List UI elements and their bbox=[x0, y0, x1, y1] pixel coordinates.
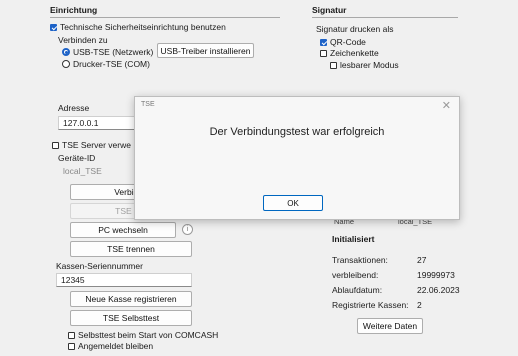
close-icon[interactable]: ✕ bbox=[442, 99, 451, 112]
radio-usb-row[interactable]: USB-TSE (Netzwerk) bbox=[62, 47, 153, 57]
radio-drucker[interactable] bbox=[62, 60, 70, 68]
selbsttest-button[interactable]: TSE Selbsttest bbox=[70, 310, 192, 326]
zeichenkette-row[interactable]: Zeichenkette bbox=[320, 48, 379, 58]
einrichtung-title: Einrichtung bbox=[50, 5, 98, 15]
lesbar-row[interactable]: lesbarer Modus bbox=[330, 60, 399, 70]
signatur-title: Signatur bbox=[312, 5, 347, 15]
tse-checkbox-label: Technische Sicherheitseinrichtung benutz… bbox=[60, 22, 226, 32]
angemeldet-label: Angemeldet bleiben bbox=[78, 341, 154, 351]
radio-drucker-label: Drucker-TSE (COM) bbox=[73, 59, 150, 69]
ok-button[interactable]: OK bbox=[263, 195, 323, 211]
tse-server-label: TSE Server verwe bbox=[62, 140, 131, 150]
qr-checkbox[interactable] bbox=[320, 39, 327, 46]
angemeldet-checkbox[interactable] bbox=[68, 343, 75, 350]
status-row-value: 22.06.2023 bbox=[417, 285, 460, 295]
lesbar-checkbox[interactable] bbox=[330, 62, 337, 69]
neue-kasse-button[interactable]: Neue Kasse registrieren bbox=[70, 291, 192, 307]
dialog-message: Der Verbindungstest war erfolgreich bbox=[209, 126, 385, 138]
tse-trennen-button[interactable]: TSE trennen bbox=[70, 241, 192, 257]
status-row-value: 2 bbox=[417, 300, 422, 310]
usb-driver-button[interactable]: USB-Treiber installieren bbox=[157, 43, 254, 58]
lesbar-label: lesbarer Modus bbox=[340, 60, 399, 70]
status-row-value: 19999973 bbox=[417, 270, 455, 280]
status-row-label: Registrierte Kassen: bbox=[332, 300, 409, 310]
selbsttest-start-checkbox[interactable] bbox=[68, 332, 75, 339]
selbsttest-start-label: Selbsttest beim Start von COMCASH bbox=[78, 330, 219, 340]
tse-checkbox-row[interactable]: Technische Sicherheitseinrichtung benutz… bbox=[50, 22, 226, 32]
qr-label: QR-Code bbox=[330, 37, 366, 47]
adresse-label: Adresse bbox=[58, 103, 90, 113]
geraete-id-input: local_TSE bbox=[63, 165, 102, 176]
status-row-label: verbleibend: bbox=[332, 270, 379, 280]
verbindungstest-dialog: TSE ✕ Der Verbindungstest war erfolgreic… bbox=[134, 96, 460, 220]
kassen-serien-input[interactable]: 12345 bbox=[56, 273, 192, 287]
dialog-title: TSE bbox=[141, 101, 155, 108]
status-heading: Initialisiert bbox=[332, 234, 375, 244]
signatur-separator bbox=[312, 17, 458, 18]
weitere-daten-button[interactable]: Weitere Daten bbox=[357, 318, 423, 334]
status-row-label: Transaktionen: bbox=[332, 255, 388, 265]
status-row-label: Ablaufdatum: bbox=[332, 285, 383, 295]
signatur-drucken-label: Signatur drucken als bbox=[316, 24, 394, 34]
radio-usb-label: USB-TSE (Netzwerk) bbox=[73, 47, 154, 57]
zeichenkette-checkbox[interactable] bbox=[320, 50, 327, 57]
qr-row[interactable]: QR-Code bbox=[320, 37, 366, 47]
angemeldet-row[interactable]: Angemeldet bleiben bbox=[68, 341, 153, 351]
verbinden-label: Verbinden zu bbox=[58, 35, 108, 45]
adresse-input[interactable]: 127.0.0.1 bbox=[58, 116, 138, 130]
tse-server-checkbox[interactable] bbox=[52, 142, 59, 149]
status-row-value: 27 bbox=[417, 255, 427, 265]
selbsttest-start-row[interactable]: Selbsttest beim Start von COMCASH bbox=[68, 330, 218, 340]
einrichtung-separator bbox=[50, 17, 280, 18]
pc-wechseln-button[interactable]: PC wechseln bbox=[70, 222, 176, 238]
tse-server-row[interactable]: TSE Server verwe bbox=[52, 140, 131, 150]
geraete-id-label: Geräte-ID bbox=[58, 153, 96, 163]
radio-drucker-row[interactable]: Drucker-TSE (COM) bbox=[62, 59, 150, 69]
tse-checkbox[interactable] bbox=[50, 24, 57, 31]
zeichenkette-label: Zeichenkette bbox=[330, 48, 379, 58]
radio-usb[interactable] bbox=[62, 48, 70, 56]
info-icon[interactable]: i bbox=[182, 224, 193, 235]
kassen-serien-label: Kassen-Seriennummer bbox=[56, 261, 143, 271]
